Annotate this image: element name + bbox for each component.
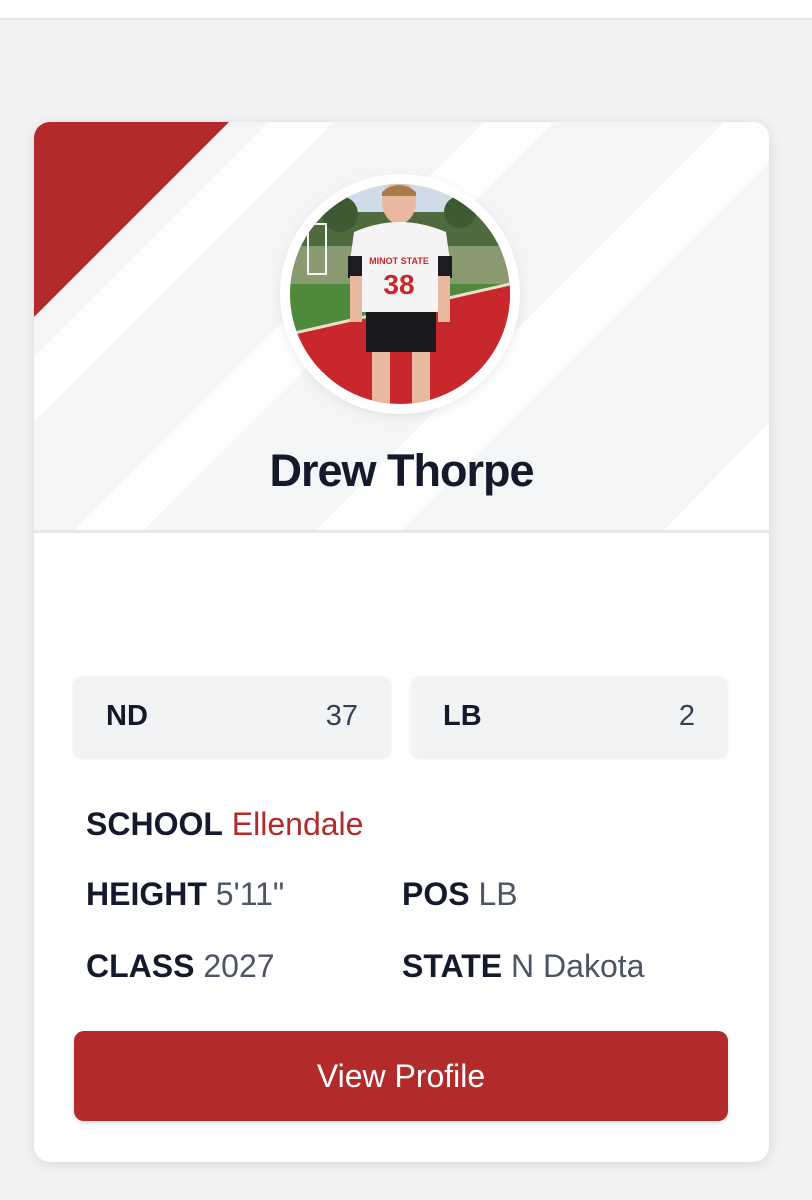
player-photo: MINOT STATE 38	[290, 184, 510, 404]
school-value: Ellendale	[231, 806, 364, 842]
school-info: SCHOOL Ellendale	[86, 806, 363, 843]
state-value: N Dakota	[511, 948, 645, 984]
player-card: MINOT STATE 38 Drew Thorpe ND 37 LB 2 SC…	[34, 122, 769, 1162]
svg-text:38: 38	[383, 269, 414, 300]
position-info: POS LB	[402, 876, 518, 913]
position-label: POS	[402, 876, 470, 912]
height-value: 5'11"	[215, 876, 285, 912]
school-label: SCHOOL	[86, 806, 223, 842]
class-label: CLASS	[86, 948, 195, 984]
height-info: HEIGHT 5'11"	[86, 876, 284, 913]
class-info: CLASS 2027	[86, 948, 275, 985]
ranking-state-value: 37	[325, 700, 358, 732]
avatar-ring: MINOT STATE 38	[280, 174, 520, 414]
height-label: HEIGHT	[86, 876, 207, 912]
card-header: MINOT STATE 38 Drew Thorpe	[34, 122, 769, 533]
class-value: 2027	[203, 948, 275, 984]
state-info: STATE N Dakota	[402, 948, 644, 985]
ranking-position-value: 2	[678, 700, 695, 732]
ranking-position-label: LB	[443, 700, 482, 732]
position-value: LB	[478, 876, 518, 912]
ranking-position: LB 2	[411, 676, 727, 756]
ranking-state: ND 37	[74, 676, 390, 756]
player-name: Drew Thorpe	[269, 445, 534, 496]
top-bar	[0, 0, 812, 20]
view-profile-button[interactable]: View Profile	[74, 1031, 728, 1121]
ranking-state-label: ND	[106, 700, 148, 732]
svg-text:MINOT STATE: MINOT STATE	[369, 256, 429, 266]
state-label: STATE	[402, 948, 503, 984]
